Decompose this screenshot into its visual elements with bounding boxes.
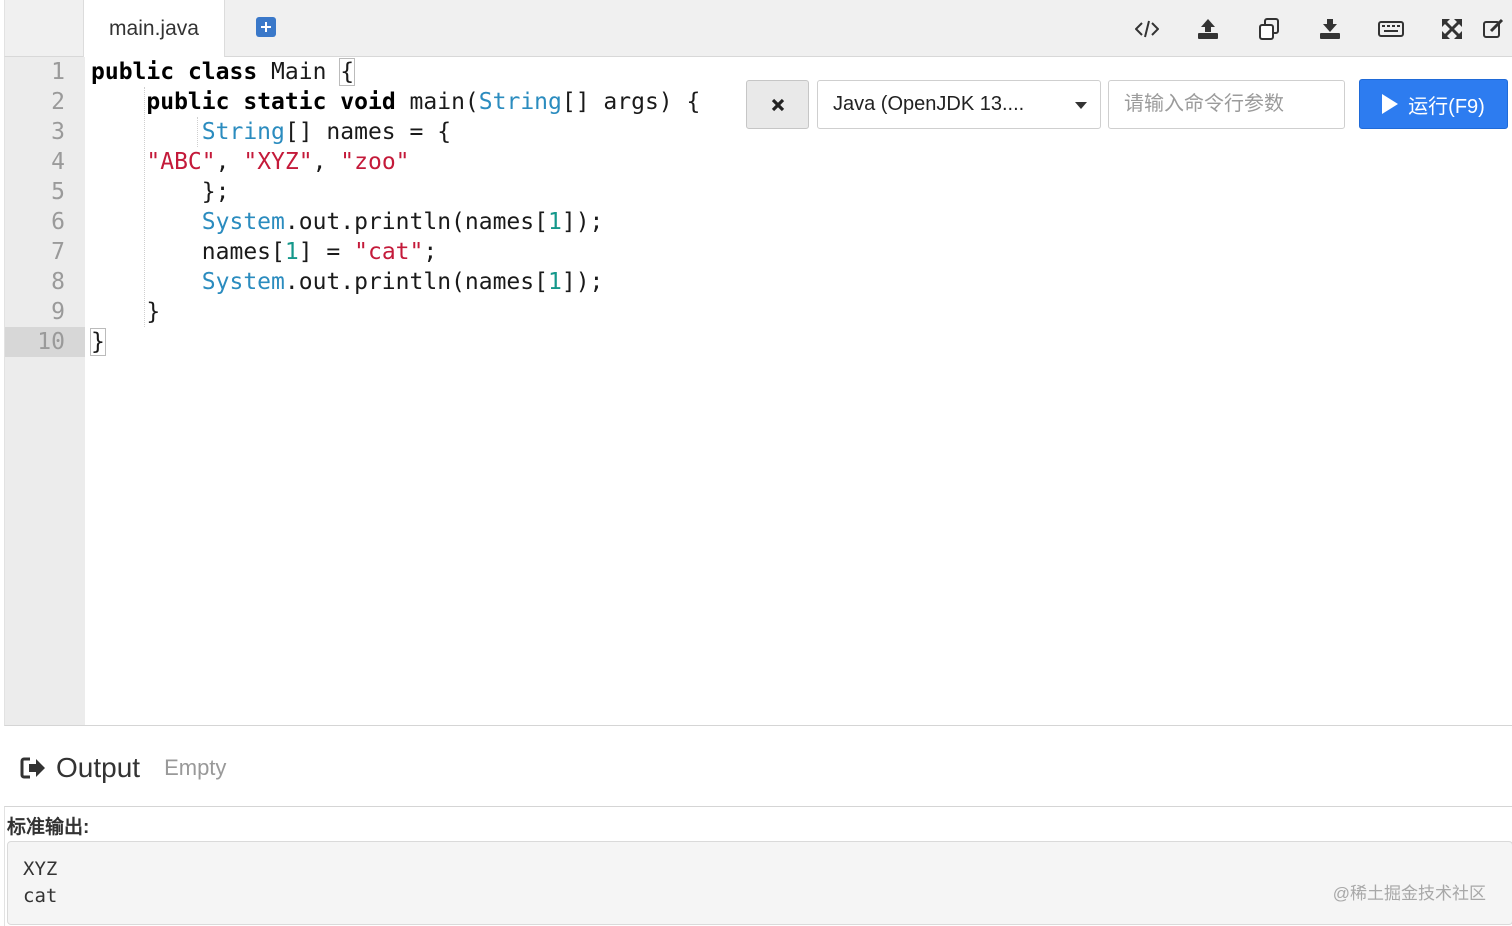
line-number: 1 <box>51 59 65 85</box>
code-line-6: System.out.println(names[1]); <box>201 209 604 235</box>
line-number-gutter: 1 2 3 4 5 6 7 8 9 10 <box>5 57 85 725</box>
stdout-line: cat <box>23 885 58 907</box>
language-selected: Java (OpenJDK 13.... <box>833 93 1025 115</box>
code-line-10: } <box>90 328 106 356</box>
code-line-7: names[1] = "cat"; <box>91 239 438 265</box>
run-label: 运行(F9) <box>1408 95 1485 118</box>
args-input[interactable] <box>1108 80 1345 129</box>
language-select[interactable]: Java (OpenJDK 13.... <box>817 80 1101 129</box>
copy-icon <box>1258 17 1279 40</box>
download-icon <box>1319 18 1340 39</box>
output-panel: 标准输出: XYZ cat <box>4 806 1512 926</box>
line-number: 5 <box>51 179 65 205</box>
clear-button[interactable] <box>746 80 809 129</box>
copy-button[interactable] <box>1238 0 1299 57</box>
stdout-box: XYZ cat <box>7 841 1512 925</box>
plus-icon <box>261 22 271 32</box>
sign-out-icon <box>20 757 45 779</box>
output-title: Output <box>56 752 141 783</box>
upload-icon <box>1197 18 1218 39</box>
line-number: 7 <box>51 239 65 265</box>
code-line-1: public class Main { <box>91 58 356 86</box>
edit-button[interactable] <box>1482 0 1512 57</box>
code-line-2: public static void main(String[] args) { <box>146 89 701 115</box>
keyboard-icon <box>1377 20 1404 37</box>
output-status: Empty <box>164 755 227 780</box>
code-line-5: }; <box>91 179 230 205</box>
download-button[interactable] <box>1299 0 1360 57</box>
stdout-label: 标准输出: <box>7 817 90 838</box>
tab-main-java[interactable]: main.java <box>83 0 225 57</box>
editor-toolbar <box>1116 0 1512 57</box>
run-button[interactable]: 运行(F9) <box>1359 79 1508 129</box>
chevron-down-icon <box>1075 102 1087 109</box>
stdout-line: XYZ <box>23 858 58 880</box>
keyboard-button[interactable] <box>1360 0 1421 57</box>
add-file-button[interactable] <box>256 17 276 37</box>
code-view-button[interactable] <box>1116 0 1177 57</box>
fullscreen-button[interactable] <box>1421 0 1482 57</box>
code-line-3: String[] names = { <box>201 119 452 145</box>
code-editor[interactable]: 1 2 3 4 5 6 7 8 9 10 public class Main {… <box>4 57 1512 726</box>
line-number-active: 10 <box>5 327 85 357</box>
line-number: 2 <box>51 89 65 115</box>
watermark: @稀土掘金技术社区 <box>1332 884 1486 903</box>
close-icon <box>771 98 784 111</box>
code-line-8: System.out.println(names[1]); <box>201 269 604 295</box>
upload-button[interactable] <box>1177 0 1238 57</box>
line-number: 3 <box>51 119 65 145</box>
line-number: 8 <box>51 269 65 295</box>
code-line-9: } <box>91 299 161 325</box>
tab-bar: main.java <box>4 0 1512 57</box>
code-icon <box>1134 20 1159 37</box>
code-line-4: "ABC", "XYZ", "zoo" <box>146 149 410 175</box>
output-header: Output Empty <box>20 750 226 786</box>
fullscreen-icon <box>1441 18 1462 39</box>
line-number: 9 <box>51 299 65 325</box>
play-icon <box>1382 94 1399 114</box>
tab-label: main.java <box>109 16 199 40</box>
edit-icon <box>1483 18 1504 38</box>
line-number: 6 <box>51 209 65 235</box>
line-number: 4 <box>51 149 65 175</box>
